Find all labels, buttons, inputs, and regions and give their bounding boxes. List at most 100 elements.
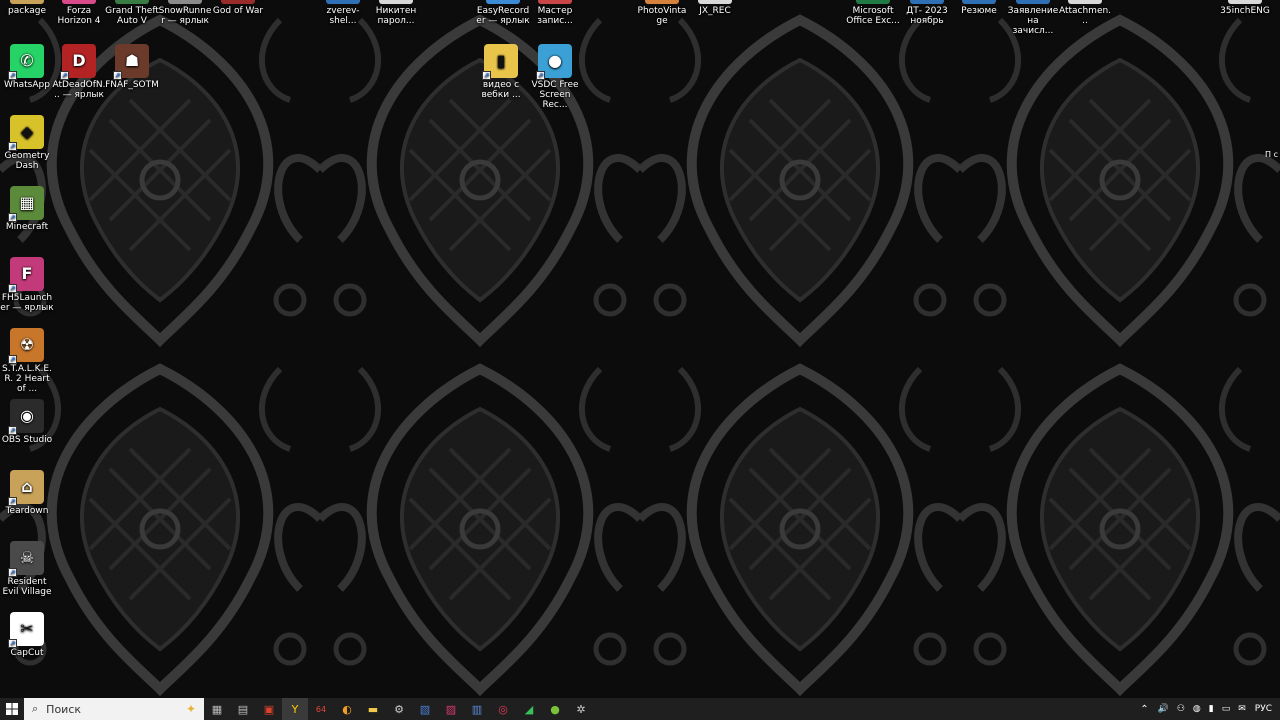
app-gear-icon: ✲ <box>576 702 586 716</box>
desktop-icon[interactable]: ◉ ↗ OBS Studio <box>0 399 54 445</box>
taskbar-app-app-doc[interactable]: ▥ <box>464 698 490 720</box>
app-icon: ▮ ↗ <box>482 44 518 80</box>
taskbar-search-box[interactable]: ⌕ Поиск ✦ <box>24 698 204 720</box>
desktop-icon[interactable]: ☠ ↗ Resident Evil Village <box>0 541 54 597</box>
start-button[interactable] <box>0 698 24 720</box>
desktop-icon-label: FH5Launcher — ярлык <box>0 293 54 313</box>
app-icon: ◉ ↗ <box>8 399 44 435</box>
taskbar-app-app-blue[interactable]: ▧ <box>412 698 438 720</box>
tray-icon[interactable]: ▭ <box>1218 704 1235 714</box>
app-icon: F ↗ <box>8 257 44 293</box>
input-language[interactable]: РУС <box>1250 704 1280 714</box>
shortcut-arrow-icon: ↗ <box>8 355 17 364</box>
desktop-icon[interactable]: Резюме <box>952 0 1006 16</box>
desktop-icon-label: VSDC Free Screen Rec... <box>531 80 579 110</box>
app-glyph: F <box>21 264 33 283</box>
app-glyph: ☠ <box>19 548 35 567</box>
app-icon <box>379 0 413 4</box>
app-icon: ✆ ↗ <box>8 44 44 80</box>
desktop-icon[interactable]: F ↗ FH5Launcher — ярлык <box>0 257 54 313</box>
app-64-icon: 64 <box>315 704 327 714</box>
desktop-icon-label: Grand Theft Auto V <box>105 6 159 26</box>
desktop-icon[interactable]: ✆ ↗ WhatsApp <box>0 44 54 90</box>
taskbar-app-file-explorer[interactable]: ▬ <box>360 698 386 720</box>
app-glyph: ◉ <box>20 406 34 425</box>
search-placeholder: Поиск <box>46 702 82 716</box>
desktop-icon[interactable]: Microsoft Office Exc... <box>846 0 900 26</box>
app-icon <box>538 0 572 4</box>
desktop-icon-label: Resident Evil Village <box>2 577 52 597</box>
desktop-icon[interactable]: PhotoVintage <box>635 0 689 26</box>
app-icon: D ↗ <box>60 44 96 80</box>
desktop-icon[interactable]: ▮ ↗ видео с вебки ... <box>474 44 528 100</box>
taskbar-app-app-green[interactable]: ◢ <box>516 698 542 720</box>
tray-icon[interactable]: 🔊 <box>1154 704 1173 714</box>
taskbar-app-explorer-pin[interactable]: ▤ <box>230 698 256 720</box>
desktop-icon[interactable]: Attachmen... <box>1058 0 1112 26</box>
taskbar-app-settings[interactable]: ⚙ <box>386 698 412 720</box>
app-red-1-icon: ▣ <box>263 702 275 716</box>
desktop-icon[interactable]: ▦ ↗ Minecraft <box>0 186 54 232</box>
taskbar-app-app-rec[interactable]: ◎ <box>490 698 516 720</box>
desktop-icon[interactable]: zverev-shel... <box>316 0 370 26</box>
desktop-icon[interactable]: Forza Horizon 4 <box>52 0 106 26</box>
desktop-icon[interactable]: ☢ ↗ S.T.A.L.K.E.R. 2 Heart of ... <box>0 328 54 394</box>
desktop-icon-label: SnowRunner — ярлык <box>158 6 212 26</box>
desktop-icon[interactable]: ☗ ↗ FNAF_SOTM <box>105 44 159 90</box>
desktop-icon[interactable]: Grand Theft Auto V <box>105 0 159 26</box>
desktop-icon[interactable]: Заявление на зачисл... <box>1006 0 1060 36</box>
shortcut-arrow-icon: ↗ <box>8 71 17 80</box>
desktop-icon-label: ДТ- 2023 ноябрь <box>906 6 948 26</box>
desktop-icon[interactable]: Мастер запис... <box>528 0 582 26</box>
shortcut-arrow-icon: ↗ <box>8 639 17 648</box>
app-green-icon: ◢ <box>524 702 534 716</box>
desktop-icon-label: Geometry Dash <box>4 151 50 171</box>
desktop-icon[interactable]: SnowRunner — ярлык <box>158 0 212 26</box>
shortcut-arrow-icon: ↗ <box>8 213 17 222</box>
desktop-icon-label: Мастер запис... <box>537 6 573 26</box>
app-icon: ☢ ↗ <box>8 328 44 364</box>
desktop-icon[interactable]: package <box>0 0 54 16</box>
app-icon <box>645 0 679 4</box>
desktop-icon-label: Заявление на зачисл... <box>1007 6 1059 36</box>
app-rec-icon: ◎ <box>498 702 508 716</box>
shortcut-arrow-icon: ↗ <box>8 568 17 577</box>
taskbar-app-yandex-browser[interactable]: Y <box>282 698 308 720</box>
taskbar-app-app-gear[interactable]: ✲ <box>568 698 594 720</box>
taskbar-app-task-view[interactable]: ▦ <box>204 698 230 720</box>
taskbar-app-app-pink[interactable]: ▨ <box>438 698 464 720</box>
app-icon <box>910 0 944 4</box>
tray-chevron-icon[interactable]: ⌃ <box>1135 704 1153 715</box>
shortcut-arrow-icon: ↗ <box>8 426 17 435</box>
desktop-icon[interactable]: ◆ ↗ Geometry Dash <box>0 115 54 171</box>
yandex-browser-icon: Y <box>291 702 299 716</box>
app-glyph: ◆ <box>20 122 34 141</box>
tray-icon[interactable]: ✉ <box>1234 704 1250 714</box>
explorer-pin-icon: ▤ <box>237 702 249 716</box>
app-icon <box>115 0 149 4</box>
tray-icon[interactable]: ◍ <box>1189 704 1205 714</box>
desktop-icon[interactable]: 35inchENG <box>1218 0 1272 16</box>
tray-icon[interactable]: ⚇ <box>1173 704 1189 714</box>
desktop-icon[interactable]: ● ↗ VSDC Free Screen Rec... <box>528 44 582 110</box>
file-explorer-icon: ▬ <box>367 702 379 716</box>
desktop-icon[interactable]: ⌂ ↗ Teardown <box>0 470 54 516</box>
desktop-icon[interactable]: Никитен парол... <box>369 0 423 26</box>
taskbar-app-chrome-like[interactable]: ◐ <box>334 698 360 720</box>
taskbar-app-app-64[interactable]: 64 <box>308 698 334 720</box>
desktop-icon-label: Forza Horizon 4 <box>57 6 101 26</box>
tray-icon[interactable]: ▮ <box>1205 704 1218 714</box>
desktop-icon-label: OBS Studio <box>1 435 53 445</box>
shortcut-arrow-icon: ↗ <box>482 71 491 80</box>
taskbar-app-app-red-1[interactable]: ▣ <box>256 698 282 720</box>
desktop-edge-text: П с <box>1265 150 1278 159</box>
app-icon: ☠ ↗ <box>8 541 44 577</box>
desktop-icon[interactable]: EasyRecorder — ярлык <box>476 0 530 26</box>
taskbar-app-app-lime[interactable]: ● <box>542 698 568 720</box>
desktop-icon[interactable]: God of War <box>211 0 265 16</box>
desktop-icon[interactable]: ✂ ↗ CapCut <box>0 612 54 658</box>
desktop-icon[interactable]: JX_REC <box>688 0 742 16</box>
desktop-icon[interactable]: ДТ- 2023 ноябрь <box>900 0 954 26</box>
desktop-icon[interactable]: D ↗ AtDeadOfN... — ярлык <box>52 44 106 100</box>
shortcut-arrow-icon: ↗ <box>8 497 17 506</box>
